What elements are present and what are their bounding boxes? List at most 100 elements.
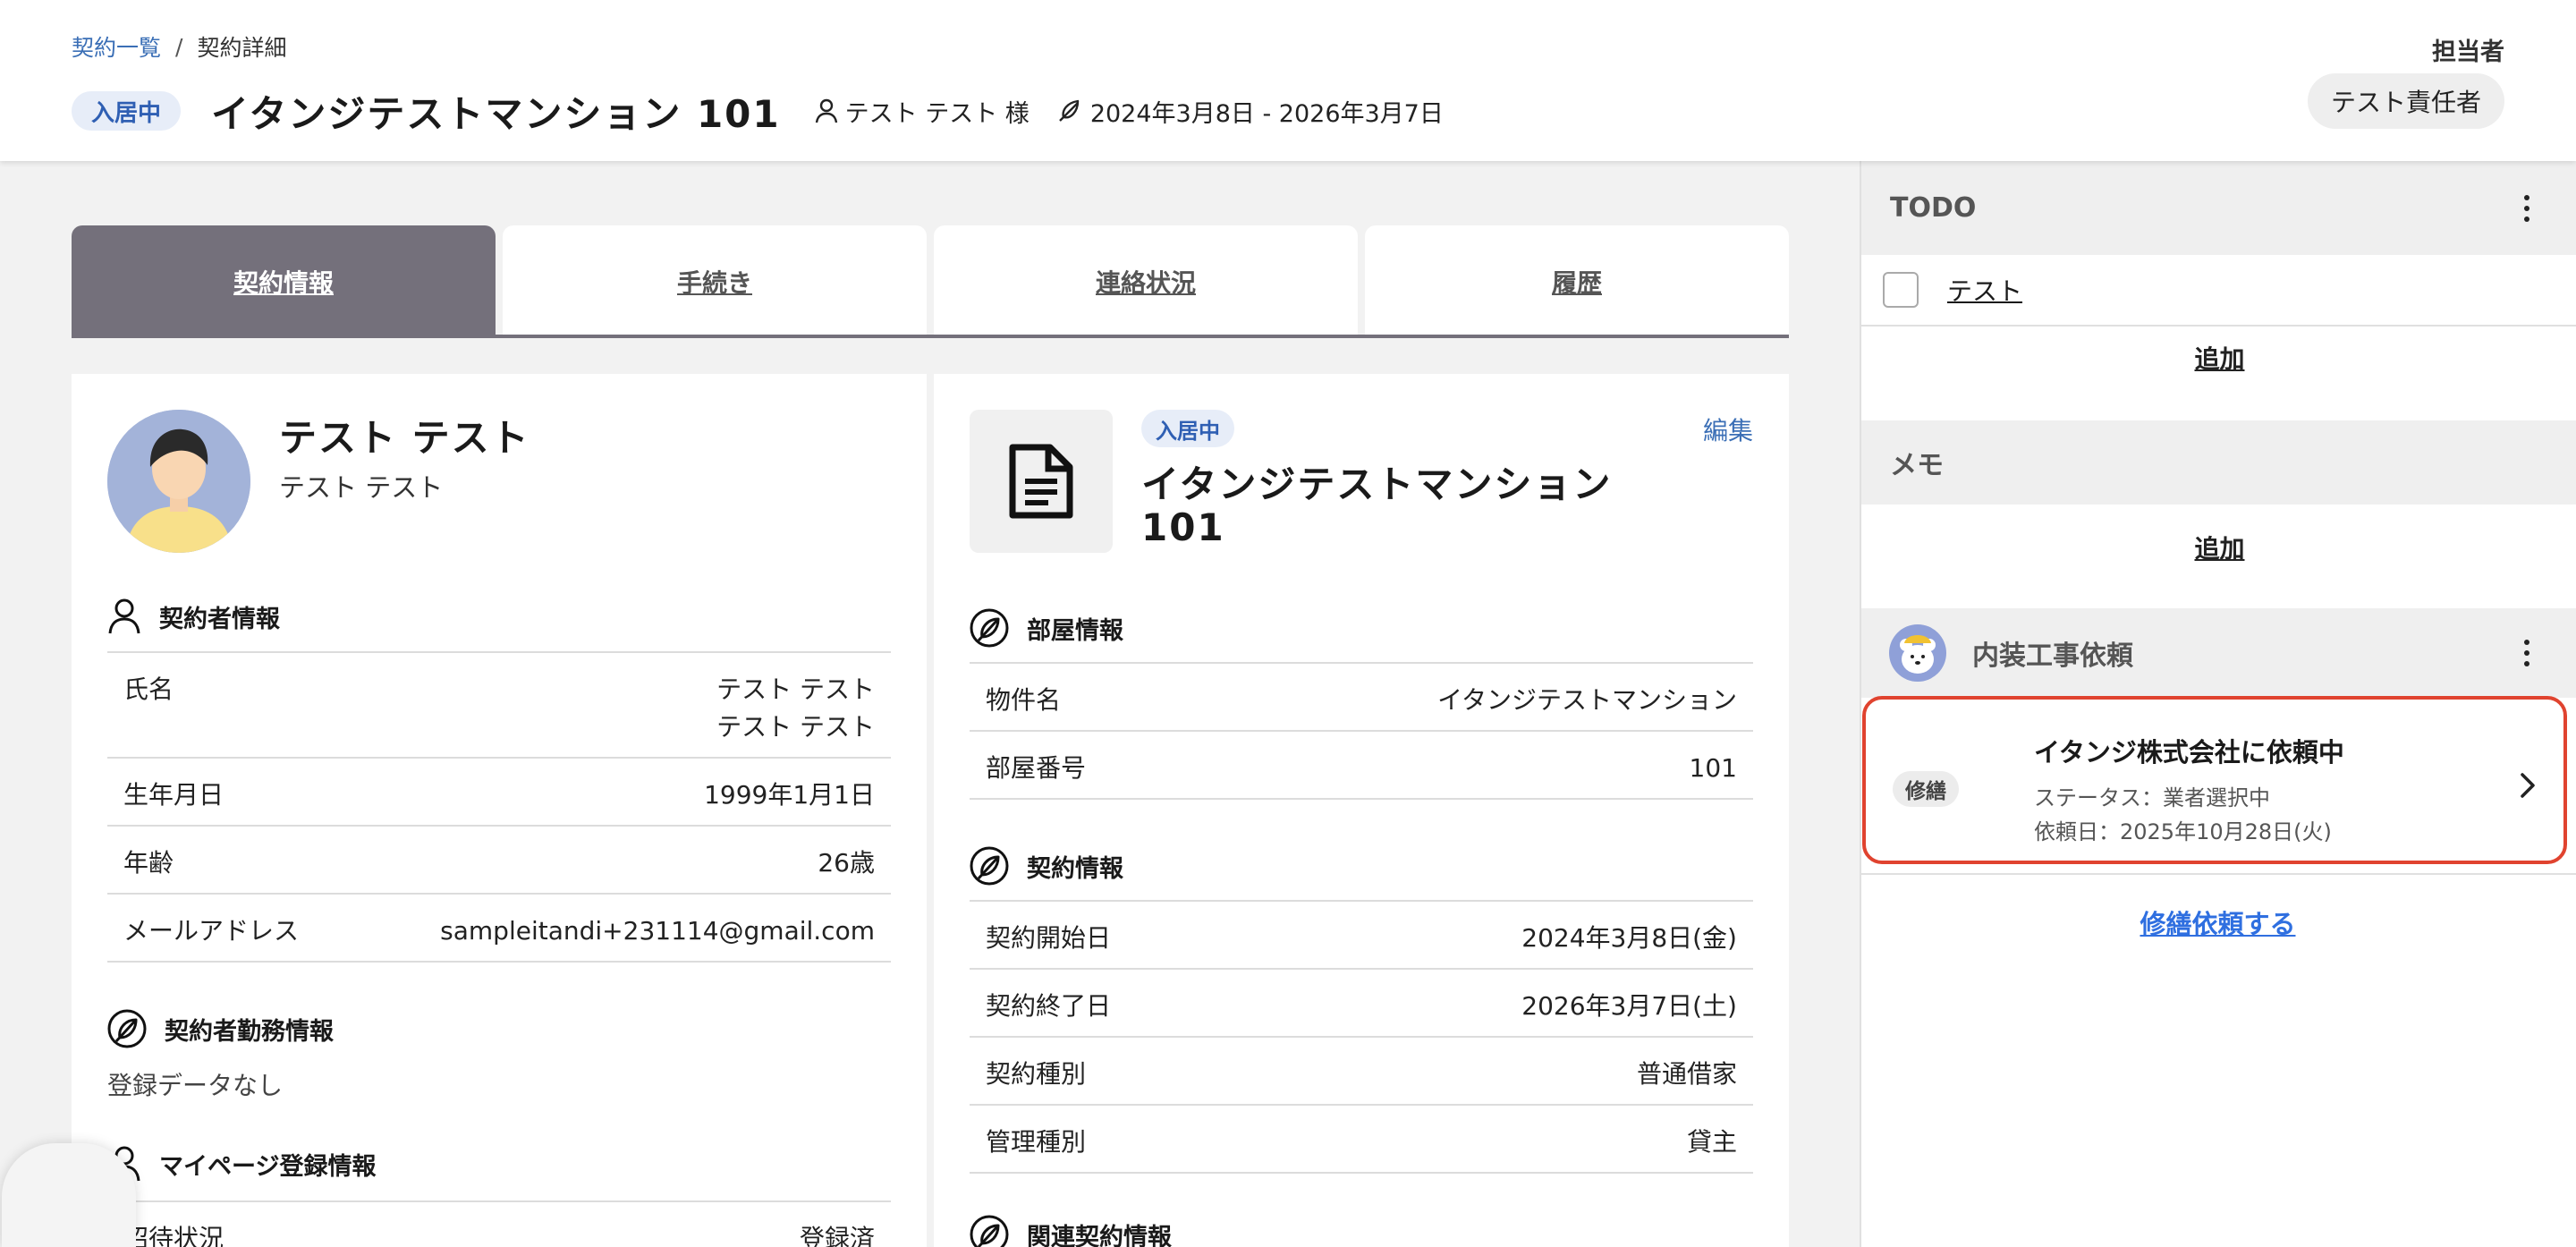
feather-icon xyxy=(1058,99,1080,122)
name-line-1: テスト テスト xyxy=(716,674,875,704)
name-line-2: テスト テスト xyxy=(716,712,875,742)
memo-title: メモ xyxy=(1890,450,1944,481)
property-title-line-1: イタンジテストマンション xyxy=(1141,462,1613,506)
feather-icon xyxy=(970,1215,1009,1247)
contractor-info-title: 契約者情報 xyxy=(159,605,280,633)
tab-underline xyxy=(72,335,1789,338)
todo-item: テスト xyxy=(1861,255,2576,327)
floating-chat-button[interactable] xyxy=(2,1143,136,1247)
related-contract-title: 関連契約情報 xyxy=(1027,1223,1172,1247)
row-key: 管理種別 xyxy=(986,1127,1087,1157)
room-info-heading: 部屋情報 xyxy=(970,608,1123,648)
row-value: 登録済 xyxy=(799,1224,875,1247)
row-key: 部屋番号 xyxy=(986,753,1087,783)
document-icon-box xyxy=(970,410,1113,553)
todo-checkbox[interactable] xyxy=(1883,272,1919,308)
repair-date: 依頼日：2025年10月28日(火) xyxy=(2034,819,2332,844)
table-row: 物件名 イタンジテストマンション xyxy=(970,662,1753,730)
mypage-info-table: 招待状況 登録済 xyxy=(107,1200,891,1247)
row-key: 年齢 xyxy=(123,848,174,878)
chevron-right-icon xyxy=(2521,773,2535,798)
edit-link[interactable]: 編集 xyxy=(1703,411,1753,447)
breadcrumb-separator: / xyxy=(175,33,183,60)
mypage-info-title: マイページ登録情報 xyxy=(159,1152,377,1181)
page-header: 契約一覧 / 契約詳細 入居中 イタンジテストマンション 101 テスト テスト… xyxy=(0,0,2576,161)
breadcrumb-contract-list-link[interactable]: 契約一覧 xyxy=(72,30,161,63)
tab-contract-info[interactable]: 契約情報 xyxy=(72,225,496,338)
contractor-info-table: 氏名 テスト テスト テスト テスト 生年月日 1999年1月1日 年齢 26歳… xyxy=(107,651,891,963)
tab-bar: 契約情報 手続き 連絡状況 履歴 xyxy=(72,225,1789,338)
row-key: 生年月日 xyxy=(123,780,225,810)
table-row: メールアドレス sampleitandi+231114@gmail.com xyxy=(107,893,891,963)
row-key: 物件名 xyxy=(986,685,1062,715)
row-key: 契約種別 xyxy=(986,1059,1087,1089)
breadcrumb-current: 契約詳細 xyxy=(197,35,287,61)
feather-icon xyxy=(970,846,1009,886)
contractor-info-heading: 契約者情報 xyxy=(107,598,280,635)
table-row: 契約種別 普通借家 xyxy=(970,1036,1753,1104)
person-icon xyxy=(108,598,140,634)
person-name: テスト テスト xyxy=(279,416,530,460)
row-key: 招待状況 xyxy=(123,1224,225,1247)
assignee-chip[interactable]: テスト責任者 xyxy=(2307,73,2504,129)
interior-work-more-icon[interactable] xyxy=(2524,640,2531,666)
row-key: 氏名 xyxy=(123,674,174,704)
property-status-badge: 入居中 xyxy=(1141,410,1234,447)
repair-title: イタンジ株式会社に依頼中 xyxy=(2034,737,2344,768)
tenant-name: テスト テスト 様 xyxy=(844,99,1030,128)
property-title: イタンジテストマンション 101 xyxy=(1141,463,1624,549)
mypage-info-heading: マイページ登録情報 xyxy=(107,1145,376,1183)
table-row: 年齢 26歳 xyxy=(107,825,891,893)
row-value: 2026年3月7日(土) xyxy=(1521,991,1737,1021)
side-divider xyxy=(1860,873,2576,875)
row-value: 2024年3月8日(金) xyxy=(1521,923,1737,953)
status-badge: 入居中 xyxy=(72,91,182,131)
work-info-title: 契約者勤務情報 xyxy=(165,1017,334,1046)
avatar xyxy=(107,410,250,553)
row-value: 貸主 xyxy=(1686,1127,1737,1157)
table-row: 契約開始日 2024年3月8日(金) xyxy=(970,900,1753,968)
feather-icon xyxy=(107,1009,147,1048)
title-row: 入居中 イタンジテストマンション 101 テスト テスト 様 2024年3月8日… xyxy=(72,86,1470,136)
row-value: テスト テスト テスト テスト xyxy=(716,671,875,746)
table-row: 生年月日 1999年1月1日 xyxy=(107,757,891,825)
row-value: 1999年1月1日 xyxy=(704,780,875,810)
contract-info-table: 契約開始日 2024年3月8日(金) 契約終了日 2026年3月7日(土) 契約… xyxy=(970,900,1753,1174)
table-row: 氏名 テスト テスト テスト テスト xyxy=(107,651,891,757)
todo-more-icon[interactable] xyxy=(2524,194,2531,222)
tab-procedures[interactable]: 手続き xyxy=(503,225,927,338)
memo-header: メモ xyxy=(1861,420,2576,505)
work-info-empty: 登録データなし xyxy=(107,1071,284,1100)
contract-info-title: 契約情報 xyxy=(1027,854,1123,883)
work-info-heading: 契約者勤務情報 xyxy=(107,1009,334,1048)
table-row: 管理種別 貸主 xyxy=(970,1104,1753,1174)
tab-history[interactable]: 履歴 xyxy=(1365,225,1789,338)
todo-add-link[interactable]: 追加 xyxy=(1861,340,2576,376)
todo-item-label[interactable]: テスト xyxy=(1947,272,2022,308)
room-info-title: 部屋情報 xyxy=(1027,616,1123,645)
avatar-illustration xyxy=(107,410,250,553)
repair-request-card[interactable]: 修繕 イタンジ株式会社に依頼中 ステータス：業者選択中 依頼日：2025年10月… xyxy=(1862,696,2567,864)
repair-status: ステータス：業者選択中 xyxy=(2034,785,2270,810)
room-info-table: 物件名 イタンジテストマンション 部屋番号 101 xyxy=(970,662,1753,800)
repair-tag: 修繕 xyxy=(1893,771,1959,807)
contract-period: 2024年3月8日 - 2026年3月7日 xyxy=(1089,99,1444,128)
contractor-card: テスト テスト テスト テスト 契約者情報 氏名 テスト テスト テスト テスト… xyxy=(72,374,927,1247)
tab-contact-status[interactable]: 連絡状況 xyxy=(934,225,1358,338)
property-title-line-2: 101 xyxy=(1141,505,1225,549)
repair-request-link[interactable]: 修繕依頼する xyxy=(1860,903,2576,941)
table-row: 部屋番号 101 xyxy=(970,730,1753,800)
row-key: メールアドレス xyxy=(123,916,300,946)
feather-icon xyxy=(970,608,1009,648)
row-value: 26歳 xyxy=(818,848,875,878)
row-value: sampleitandi+231114@gmail.com xyxy=(440,916,875,946)
memo-add-link[interactable]: 追加 xyxy=(1861,530,2576,565)
row-value: 101 xyxy=(1689,753,1737,783)
table-row: 契約終了日 2026年3月7日(土) xyxy=(970,968,1753,1036)
todo-title: TODO xyxy=(1890,192,1977,224)
interior-work-title: 内装工事依頼 xyxy=(1972,640,2133,672)
interior-work-header: 内装工事依頼 xyxy=(1861,608,2576,698)
breadcrumb: 契約一覧 / 契約詳細 xyxy=(72,30,286,63)
related-contract-heading: 関連契約情報 xyxy=(970,1215,1172,1247)
bear-mascot-icon xyxy=(1889,624,1946,682)
